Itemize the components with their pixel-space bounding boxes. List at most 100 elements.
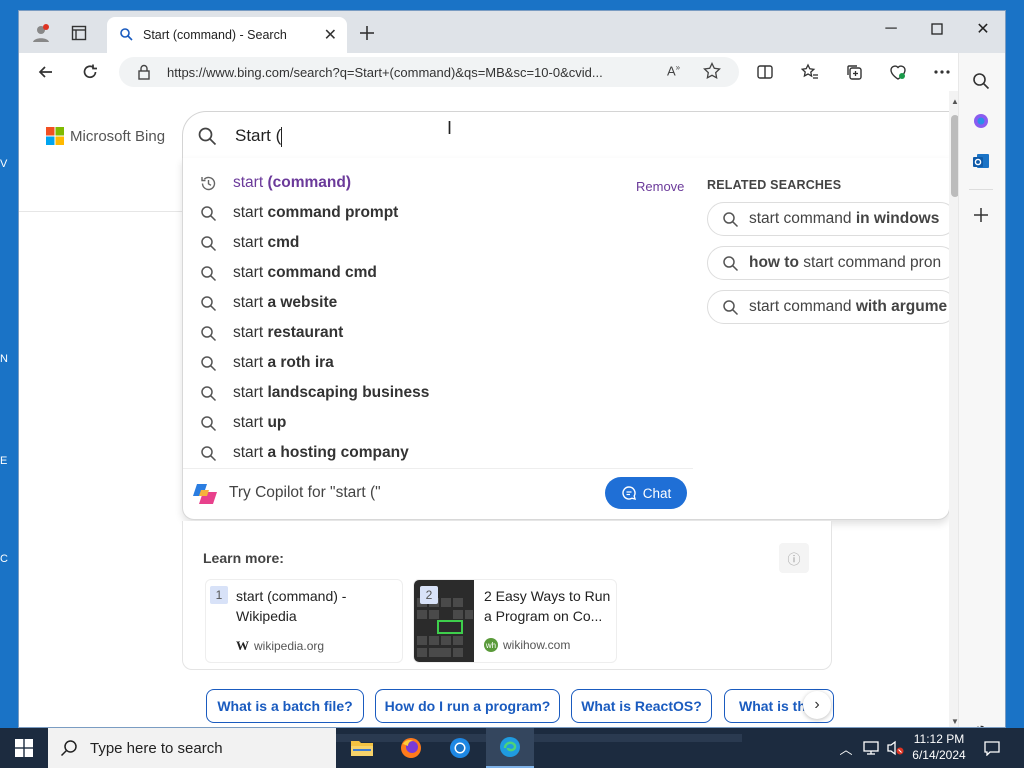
desktop-icon-label: V <box>0 158 8 170</box>
search-icon <box>197 415 219 432</box>
tab-actions-icon[interactable] <box>65 19 93 47</box>
chat-bubble-icon <box>622 486 636 500</box>
related-question-button[interactable]: What is a batch file? <box>206 689 364 723</box>
close-tab-icon[interactable]: ✕ <box>324 25 337 45</box>
volume-muted-icon[interactable] <box>884 728 906 768</box>
search-input[interactable]: Start ( <box>235 126 281 146</box>
suggestion-item[interactable]: start a hosting company <box>197 438 409 468</box>
read-aloud-icon[interactable]: A» <box>667 63 680 78</box>
search-icon[interactable] <box>969 69 993 93</box>
suggestion-prefix: start <box>233 294 268 311</box>
suggestion-bold: command prompt <box>267 204 399 221</box>
suggestion-prefix: start <box>233 174 268 191</box>
related-search-pill[interactable]: start command in windows <box>707 202 949 236</box>
related-question-button[interactable]: How do I run a program? <box>375 689 560 723</box>
related-search-pill[interactable]: how to start command pron <box>707 246 949 280</box>
outlook-icon[interactable] <box>969 149 993 173</box>
suggestion-item[interactable]: start restaurant <box>197 318 343 348</box>
profile-icon[interactable] <box>27 19 55 47</box>
related-searches-title: RELATED SEARCHES <box>707 178 842 192</box>
refresh-icon[interactable] <box>77 59 103 85</box>
suggestion-item[interactable]: start command cmd <box>197 258 377 288</box>
search-icon <box>197 295 219 312</box>
back-icon[interactable] <box>33 59 59 85</box>
chat-button[interactable]: Chat <box>605 477 687 509</box>
copilot-prompt-text: Try Copilot for "start (" <box>229 484 381 501</box>
copilot-suggestion-row[interactable]: Try Copilot for "start (" Chat <box>183 468 693 519</box>
favorites-icon[interactable] <box>797 59 823 85</box>
learn-more-item-title: start (command) - Wikipedia <box>236 586 346 626</box>
network-icon[interactable] <box>860 728 882 768</box>
related-post: start command pron <box>798 254 942 271</box>
suggestion-prefix: start <box>233 204 268 221</box>
browser-essentials-icon[interactable] <box>885 59 911 85</box>
bing-logo[interactable]: Microsoft Bing <box>46 127 165 145</box>
split-screen-icon[interactable] <box>752 59 778 85</box>
related-bold: in windows <box>855 210 940 227</box>
more-options-icon[interactable] <box>929 59 955 85</box>
suggestion-item[interactable]: start command prompt <box>197 198 398 228</box>
favorite-star-icon[interactable] <box>703 61 721 85</box>
suggestion-bold: a website <box>267 294 338 311</box>
edge-icon[interactable] <box>486 728 534 768</box>
maximize-icon[interactable] <box>915 15 959 43</box>
close-window-icon[interactable]: ✕ <box>961 15 1005 43</box>
suggestion-prefix: start <box>233 414 268 431</box>
suggestion-item[interactable]: start a roth ira <box>197 348 334 378</box>
url-text: https://www.bing.com/search?q=Start+(com… <box>167 65 603 80</box>
info-icon[interactable]: ⓘ <box>779 543 809 573</box>
file-explorer-icon[interactable] <box>338 728 386 768</box>
suggestion-item[interactable]: start (command) <box>197 168 351 198</box>
search-icon <box>197 265 219 282</box>
chrome-icon[interactable] <box>436 728 484 768</box>
learn-more-item[interactable]: 2 2 Easy Ways to Run a Program on Co... … <box>413 579 617 663</box>
search-icon <box>197 205 219 222</box>
related-pre: start command <box>749 298 856 315</box>
suggestion-prefix: start <box>233 324 268 341</box>
chevron-right-icon[interactable]: › <box>803 691 831 719</box>
learn-more-source: wh wikihow.com <box>484 638 570 652</box>
learn-more-item[interactable]: 1 start (command) - Wikipedia W wikipedi… <box>205 579 403 663</box>
collections-icon[interactable] <box>841 59 867 85</box>
mouse-cursor-icon: I <box>447 118 453 138</box>
windows-start-icon[interactable] <box>0 728 48 768</box>
suggestion-prefix: start <box>233 384 268 401</box>
taskbar-search-box[interactable]: Type here to search <box>48 728 336 768</box>
search-box[interactable]: Start ( I <box>182 111 949 159</box>
related-search-pill[interactable]: start command with argume <box>707 290 949 324</box>
suggestion-item[interactable]: start landscaping business <box>197 378 429 408</box>
tab-search[interactable]: Start (command) - Search ✕ <box>107 17 347 53</box>
source-domain: wikipedia.org <box>254 639 325 653</box>
copilot-sidebar-icon[interactable] <box>969 109 993 133</box>
search-icon <box>197 325 219 342</box>
source-domain: wikihow.com <box>503 638 571 652</box>
related-bold: with argume <box>855 298 948 315</box>
suggestion-item[interactable]: start up <box>197 408 286 438</box>
suggestion-prefix: start <box>233 354 268 371</box>
chevron-up-icon[interactable]: ︿ <box>838 728 854 768</box>
wikihow-icon: wh <box>484 638 498 652</box>
clock-date: 6/14/2024 <box>912 748 966 762</box>
new-tab-icon[interactable] <box>353 19 381 47</box>
suggestion-item[interactable]: start cmd <box>197 228 299 258</box>
address-toolbar: https://www.bing.com/search?q=Start+(com… <box>19 53 1005 92</box>
suggestion-prefix: start <box>233 444 268 461</box>
search-icon <box>60 740 77 757</box>
related-question-button[interactable]: What is ReactOS? <box>571 689 712 723</box>
notifications-icon[interactable] <box>982 728 1002 768</box>
chat-button-label: Chat <box>642 485 672 501</box>
system-clock[interactable]: 11:12 PM 6/14/2024 <box>908 731 970 763</box>
wikipedia-icon: W <box>236 638 249 653</box>
minimize-icon[interactable]: ─ <box>869 15 913 43</box>
address-bar[interactable]: https://www.bing.com/search?q=Start+(com… <box>119 57 739 87</box>
settings-icon[interactable] <box>969 721 993 727</box>
remove-history-link[interactable]: Remove <box>636 179 684 194</box>
copilot-logo-icon <box>191 480 219 513</box>
title-line: start (command) - <box>236 588 347 604</box>
lock-icon[interactable] <box>137 64 151 85</box>
suggestion-item[interactable]: start a website <box>197 288 337 318</box>
title-bar: Start (command) - Search ✕ ─ ✕ <box>19 11 1005 53</box>
add-icon[interactable] <box>969 203 993 227</box>
firefox-icon[interactable] <box>387 728 435 768</box>
text-caret <box>281 127 282 147</box>
